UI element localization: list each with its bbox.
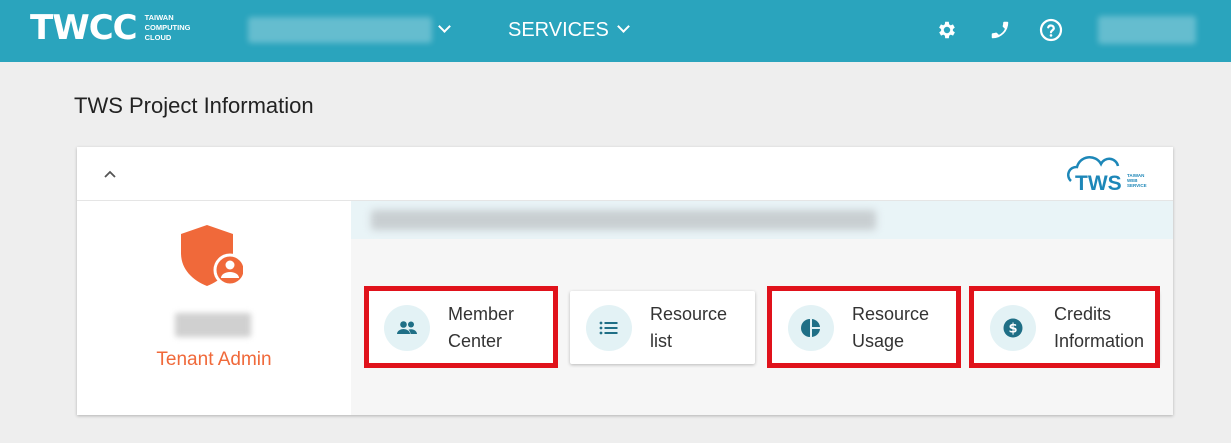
user-name-redacted xyxy=(175,313,251,337)
project-name-redacted xyxy=(371,210,876,230)
collapse-chevron-up-icon[interactable] xyxy=(101,165,119,183)
project-info-card: TWS TAIWAN WEB SERVICE Tenant Admin Memb… xyxy=(77,147,1173,415)
actions-panel: Member Center Resource list Resource Usa… xyxy=(351,201,1173,415)
highlight-box-resource-usage xyxy=(767,286,961,368)
tws-logo: TWS TAIWAN WEB SERVICE xyxy=(1061,155,1151,195)
project-name-strip xyxy=(351,201,1173,239)
services-menu[interactable]: SERVICES xyxy=(508,18,609,42)
highlight-box-member-center xyxy=(364,286,558,368)
twcc-logo[interactable]: TWCC TAIWAN COMPUTING CLOUD xyxy=(30,8,190,48)
gear-icon[interactable] xyxy=(934,17,960,43)
admin-shield-icon xyxy=(179,223,247,294)
page-title: TWS Project Information xyxy=(74,93,314,118)
tile-label: Resource list xyxy=(650,303,728,351)
resource-list-button[interactable]: Resource list xyxy=(570,291,755,364)
list-icon xyxy=(586,304,632,351)
logo-mark: TWCC xyxy=(30,8,138,48)
card-header: TWS TAIWAN WEB SERVICE xyxy=(77,147,1173,201)
logo-subtitle: TAIWAN COMPUTING CLOUD xyxy=(144,13,191,42)
top-navigation-bar: TWCC TAIWAN COMPUTING CLOUD SERVICES xyxy=(0,0,1231,62)
project-selector-redacted[interactable] xyxy=(248,17,432,43)
tws-logo-text: TWS xyxy=(1075,172,1122,193)
services-chevron-down-icon[interactable] xyxy=(617,20,630,33)
user-role: Tenant Admin xyxy=(156,349,272,370)
help-icon[interactable] xyxy=(1038,17,1064,43)
project-selector-chevron-down-icon[interactable] xyxy=(438,20,451,33)
user-panel: Tenant Admin xyxy=(77,201,351,415)
svg-text:SERVICE: SERVICE xyxy=(1127,183,1147,188)
highlight-box-credits-information xyxy=(969,286,1160,368)
phone-icon[interactable] xyxy=(987,17,1013,43)
user-account-redacted[interactable] xyxy=(1098,16,1196,44)
